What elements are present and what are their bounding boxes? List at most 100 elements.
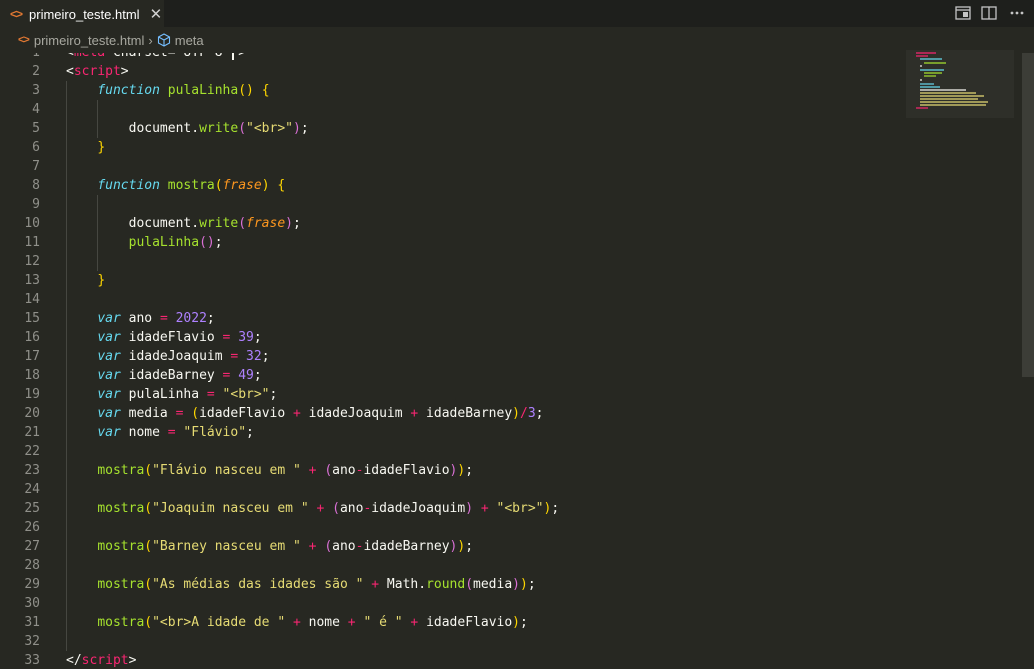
vertical-scrollbar[interactable] — [1022, 53, 1034, 377]
code-text: document.write(frase); — [66, 216, 301, 231]
code-editor[interactable]: 1<meta charset="UTF-8" >2<script>3 funct… — [0, 43, 1034, 669]
line-number: 23 — [24, 463, 40, 478]
code-line[interactable]: 25 mostra("Joaquim nasceu em " + (ano-id… — [0, 499, 1000, 518]
open-preview-icon[interactable] — [954, 4, 972, 22]
minimap[interactable] — [906, 50, 1014, 118]
indent-guide — [97, 100, 98, 138]
code-line[interactable]: 23 mostra("Flávio nasceu em " + (ano-ida… — [0, 461, 1000, 480]
line-number: 4 — [32, 102, 40, 117]
code-line[interactable]: 28 — [0, 556, 1000, 575]
code-text: var idadeFlavio = 39; — [97, 330, 262, 345]
code-text: pulaLinha(); — [128, 235, 223, 250]
code-line[interactable]: 8 function mostra(frase) { — [0, 176, 1000, 195]
code-line[interactable]: 13 } — [0, 271, 1000, 290]
line-number: 16 — [24, 330, 40, 345]
line-number: 15 — [24, 311, 40, 326]
indent-guide — [97, 195, 98, 271]
code-text: document.write("<br>"); — [66, 121, 309, 136]
minimap-preview — [916, 52, 988, 109]
code-line[interactable]: 31 mostra("<br>A idade de " + nome + " é… — [0, 613, 1000, 632]
line-number: 12 — [24, 254, 40, 269]
code-line[interactable]: 19 var pulaLinha = "<br>"; — [0, 385, 1000, 404]
code-line[interactable]: 2 <script> — [0, 62, 1000, 81]
code-text: mostra("Flávio nasceu em " + (ano-idadeF… — [97, 463, 474, 478]
code-text: mostra("Joaquim nasceu em " + (ano-idade… — [97, 501, 560, 516]
cube-icon — [157, 33, 170, 47]
indent-guide — [66, 81, 67, 651]
line-number: 17 — [24, 349, 40, 364]
code-line[interactable]: 33 </script> — [0, 651, 1000, 669]
code-line[interactable]: 30 — [0, 594, 1000, 613]
code-text: var nome = "Flávio"; — [97, 425, 254, 440]
tab-primeiro-teste[interactable]: <> primeiro_teste.html ✕ — [0, 0, 164, 27]
line-number: 2 — [32, 64, 40, 79]
line-number: 29 — [24, 577, 40, 592]
code-line[interactable]: 3 function pulaLinha() { — [0, 81, 1000, 100]
code-text: var pulaLinha = "<br>"; — [97, 387, 278, 402]
line-number: 5 — [32, 121, 40, 136]
code-line[interactable]: 9 — [0, 195, 1000, 214]
code-line[interactable]: 20 var media = (idadeFlavio + idadeJoaqu… — [0, 404, 1000, 423]
code-line[interactable]: 7 — [0, 157, 1000, 176]
code-line[interactable]: 24 — [0, 480, 1000, 499]
code-line[interactable]: 16 var idadeFlavio = 39; — [0, 328, 1000, 347]
line-number: 3 — [32, 83, 40, 98]
code-text: function mostra(frase) { — [97, 178, 286, 193]
code-line[interactable]: 10 document.write(frase); — [0, 214, 1000, 233]
line-number: 18 — [24, 368, 40, 383]
line-number: 25 — [24, 501, 40, 516]
line-number: 9 — [32, 197, 40, 212]
code-text: var idadeBarney = 49; — [97, 368, 262, 383]
code-text: mostra("As médias das idades são " + Mat… — [97, 577, 536, 592]
line-number: 11 — [24, 235, 40, 250]
code-line[interactable]: 29 mostra("As médias das idades são " + … — [0, 575, 1000, 594]
line-number: 13 — [24, 273, 40, 288]
code-line[interactable]: 6 } — [0, 138, 1000, 157]
line-number: 20 — [24, 406, 40, 421]
code-line[interactable]: 14 — [0, 290, 1000, 309]
close-icon[interactable]: ✕ — [150, 5, 163, 23]
code-text: <script> — [66, 64, 129, 79]
breadcrumb-symbol[interactable]: meta — [175, 33, 204, 48]
line-number: 27 — [24, 539, 40, 554]
code-line[interactable]: 17 var idadeJoaquim = 32; — [0, 347, 1000, 366]
code-line[interactable]: 5 document.write("<br>"); — [0, 119, 1000, 138]
line-number: 14 — [24, 292, 40, 307]
line-number: 28 — [24, 558, 40, 573]
line-number: 30 — [24, 596, 40, 611]
code-text: mostra("Barney nasceu em " + (ano-idadeB… — [97, 539, 474, 554]
more-actions-icon[interactable] — [1008, 4, 1026, 22]
line-number: 8 — [32, 178, 40, 193]
line-number: 26 — [24, 520, 40, 535]
line-number: 21 — [24, 425, 40, 440]
code-line[interactable]: 27 mostra("Barney nasceu em " + (ano-ida… — [0, 537, 1000, 556]
code-text: var ano = 2022; — [97, 311, 215, 326]
code-text: var idadeJoaquim = 32; — [97, 349, 270, 364]
split-editor-icon[interactable] — [980, 4, 998, 22]
code-line[interactable]: 21 var nome = "Flávio"; — [0, 423, 1000, 442]
code-line[interactable]: 26 — [0, 518, 1000, 537]
line-number: 19 — [24, 387, 40, 402]
breadcrumb-separator: › — [148, 32, 153, 48]
code-text: </script> — [66, 653, 137, 668]
code-text: var media = (idadeFlavio + idadeJoaquim … — [97, 406, 544, 421]
tab-bar: <> primeiro_teste.html ✕ — [0, 0, 1034, 27]
line-number: 24 — [24, 482, 40, 497]
line-number: 33 — [24, 653, 40, 668]
code-text: function pulaLinha() { — [97, 83, 270, 98]
code-line[interactable]: 11 pulaLinha(); — [0, 233, 1000, 252]
code-line[interactable]: 15 var ano = 2022; — [0, 309, 1000, 328]
code-line[interactable]: 32 — [0, 632, 1000, 651]
line-number: 31 — [24, 615, 40, 630]
code-text: } — [97, 273, 106, 288]
code-line[interactable]: 12 — [0, 252, 1000, 271]
line-number: 7 — [32, 159, 40, 174]
html-file-icon: <> — [10, 7, 23, 21]
code-line[interactable]: 18 var idadeBarney = 49; — [0, 366, 1000, 385]
code-line[interactable]: 22 — [0, 442, 1000, 461]
breadcrumb-file[interactable]: primeiro_teste.html — [34, 33, 145, 48]
code-line[interactable]: 4 — [0, 100, 1000, 119]
line-number: 10 — [24, 216, 40, 231]
code-text: mostra("<br>A idade de " + nome + " é " … — [97, 615, 528, 630]
html-file-icon: <> — [18, 34, 30, 46]
